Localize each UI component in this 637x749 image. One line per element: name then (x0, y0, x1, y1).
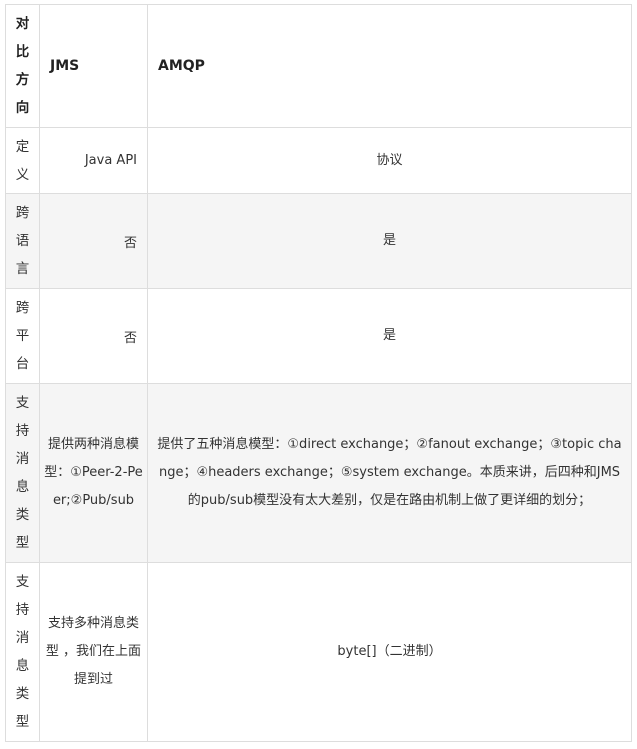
table-row: 跨 语 言 否 是 (5, 193, 632, 289)
header-jms: JMS (39, 4, 148, 128)
row-dimension-char: 语 (15, 233, 30, 249)
row-dimension-char: 跨 (15, 205, 30, 221)
row-dimension-char: 跨 (15, 300, 30, 316)
row-dimension-cell: 跨 语 言 (5, 193, 40, 289)
row-dimension-char: 义 (15, 166, 30, 183)
header-dimension-cell: 对 比 方 向 (5, 4, 40, 128)
row-amqp-cell: 是 (147, 288, 632, 384)
row-amqp-cell: 是 (147, 193, 632, 289)
row-amqp-cell: 协议 (147, 127, 632, 194)
row-dimension-char: 持 (15, 423, 30, 439)
row-jms-cell: 否 (39, 288, 148, 384)
row-jms-cell: 提供两种消息模型：①Peer-2-Peer;②Pub/sub (39, 383, 148, 563)
row-dimension-char: 类 (15, 507, 30, 523)
header-dimension-char: 比 (15, 44, 30, 60)
table-row: 跨 平 台 否 是 (5, 288, 632, 384)
row-dimension-char: 言 (15, 261, 30, 277)
row-dimension-cell: 支 持 消 息 类 型 (5, 383, 40, 563)
header-dimension-char: 方 (15, 72, 30, 88)
row-jms-cell: 支持多种消息类型 ，我们在上面提到过 (39, 562, 148, 742)
row-dimension-char: 类 (15, 686, 30, 702)
row-dimension-char: 持 (15, 602, 30, 618)
row-dimension-char: 支 (15, 574, 30, 590)
row-amqp-cell: 提供了五种消息模型：①direct exchange；②fanout excha… (147, 383, 632, 563)
row-dimension-char: 平 (15, 328, 30, 344)
row-dimension-char: 息 (15, 479, 30, 495)
header-dimension-char: 向 (15, 100, 30, 116)
header-dimension-char: 对 (15, 16, 30, 32)
row-dimension-cell: 跨 平 台 (5, 288, 40, 384)
row-dimension-char: 消 (15, 451, 30, 467)
row-dimension-char: 型 (15, 535, 30, 551)
row-dimension-char: 消 (15, 630, 30, 646)
row-dimension-cell: 支 持 消 息 类 型 (5, 562, 40, 742)
row-dimension-char: 台 (15, 356, 30, 372)
row-dimension-char: 定 (15, 138, 30, 155)
header-row: 对 比 方 向 JMS AMQP (5, 4, 632, 128)
table-row: 支 持 消 息 类 型 提供两种消息模型：①Peer-2-Peer;②Pub/s… (5, 383, 632, 563)
row-dimension-char: 息 (15, 658, 30, 674)
table-row: 定 义 Java API 协议 (5, 127, 632, 194)
row-dimension-char: 型 (15, 714, 30, 730)
row-amqp-cell: byte[]（二进制） (147, 562, 632, 742)
row-jms-cell: Java API (39, 127, 148, 194)
row-dimension-char: 支 (15, 395, 30, 411)
table-row: 支 持 消 息 类 型 支持多种消息类型 ，我们在上面提到过 byte[]（二进… (5, 562, 632, 742)
row-dimension-cell: 定 义 (5, 127, 40, 194)
comparison-table: 对 比 方 向 JMS AMQP 定 义 Java API 协议 跨 语 言 否 (5, 4, 632, 742)
header-amqp: AMQP (147, 4, 632, 128)
row-jms-cell: 否 (39, 193, 148, 289)
